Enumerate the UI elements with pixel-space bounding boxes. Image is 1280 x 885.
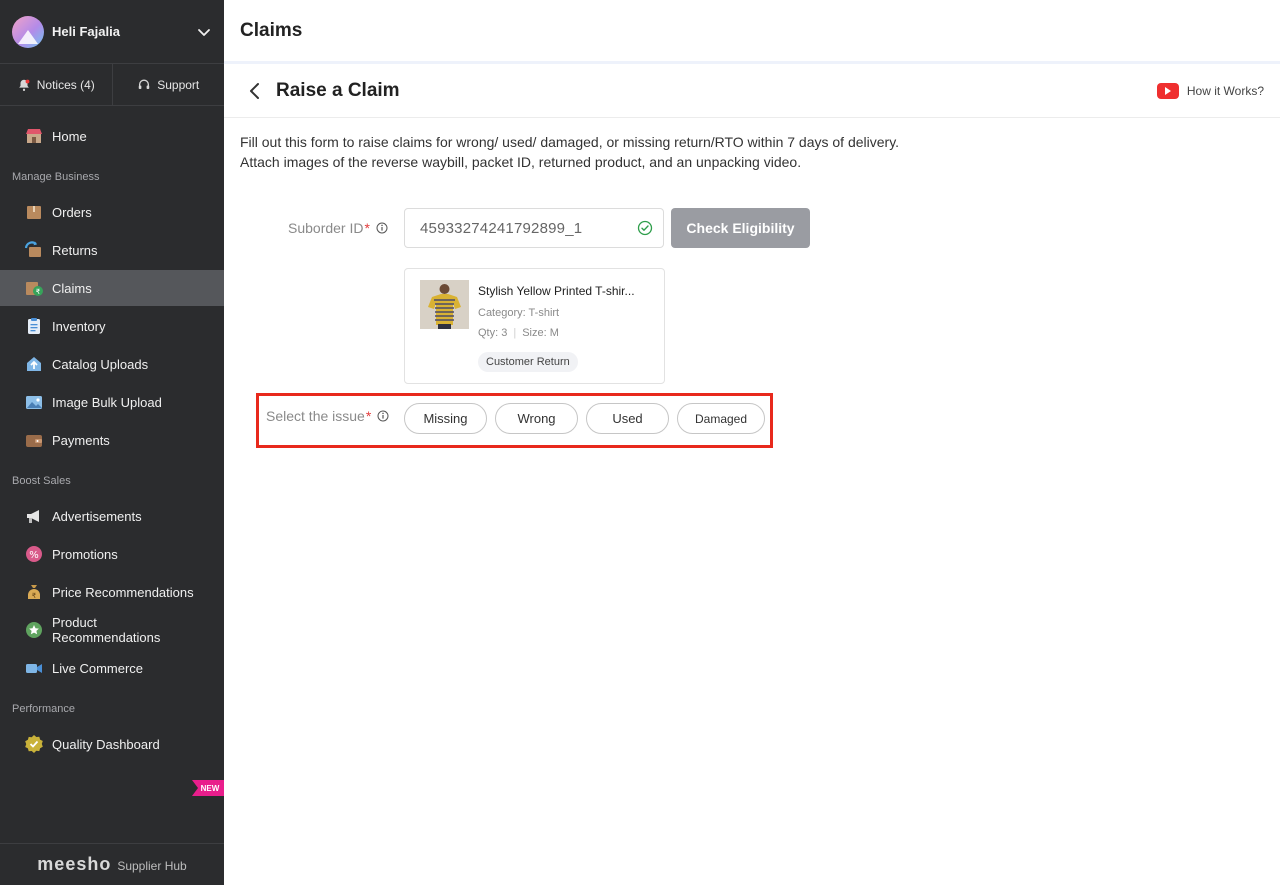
- sidebar-item-inventory[interactable]: Inventory: [0, 308, 224, 344]
- required-mark: *: [364, 220, 370, 236]
- avatar: [12, 15, 44, 48]
- sidebar-item-label: Home: [52, 128, 87, 144]
- brand-logo: meesho: [37, 854, 112, 874]
- video-camera-icon: [24, 658, 44, 678]
- page-title: Claims: [240, 19, 303, 41]
- sidebar-item-product-recommendations[interactable]: Product Recommendations: [0, 612, 224, 648]
- issue-option-used[interactable]: Used: [586, 403, 669, 434]
- money-bag-icon: ₹: [24, 582, 44, 602]
- sidebar-item-claims[interactable]: ₹ Claims: [0, 270, 224, 306]
- suborder-label-text: Suborder ID: [288, 220, 364, 236]
- headset-icon: [138, 79, 150, 89]
- sidebar-item-label: Inventory: [52, 318, 106, 334]
- sidebar-item-payments[interactable]: Payments: [0, 422, 224, 458]
- section-performance: Performance: [12, 703, 75, 715]
- product-qty: Qty: 3: [478, 327, 508, 339]
- topbar: Claims: [224, 0, 1280, 64]
- sidebar-item-home[interactable]: Home: [0, 118, 224, 154]
- brand-footer: meesho Supplier Hub: [0, 843, 224, 885]
- issue-option-wrong[interactable]: Wrong: [495, 403, 578, 434]
- how-it-works-label: How it Works?: [1186, 83, 1264, 98]
- box-icon: [24, 202, 44, 222]
- form-title: Raise a Claim: [276, 79, 400, 101]
- return-box-icon: [24, 240, 44, 260]
- sidebar-item-label: Catalog Uploads: [52, 356, 149, 372]
- info-icon[interactable]: [377, 410, 389, 422]
- sidebar-item-label: Product Recommendations: [52, 615, 161, 645]
- star-badge-icon: [24, 620, 44, 640]
- sidebar-item-label: Advertisements: [52, 508, 142, 524]
- notices-label: Notices (4): [36, 77, 95, 92]
- sidebar: Heli Fajalia Notices (4) Support Home Ma…: [0, 0, 224, 885]
- percent-icon: %: [24, 544, 44, 564]
- new-badge: NEW: [192, 780, 224, 796]
- product-title: Stylish Yellow Printed T-shir...: [478, 284, 635, 298]
- svg-text:%: %: [29, 550, 39, 561]
- product-size: Size: M: [522, 327, 559, 339]
- back-arrow-icon[interactable]: [244, 80, 266, 102]
- subheader: Raise a Claim How it Works?: [224, 64, 1280, 118]
- form-description: Fill out this form to raise claims for w…: [240, 134, 900, 170]
- issue-option-missing[interactable]: Missing: [404, 403, 487, 434]
- how-it-works-link[interactable]: How it Works?: [1156, 82, 1264, 99]
- suborder-label: Suborder ID*: [288, 220, 388, 236]
- quality-badge-icon: [24, 734, 44, 754]
- section-boost-sales: Boost Sales: [12, 475, 71, 487]
- youtube-icon: [1156, 82, 1179, 99]
- sidebar-item-price-recommendations[interactable]: ₹ Price Recommendations: [0, 574, 224, 610]
- notices-button[interactable]: Notices (4): [0, 64, 112, 105]
- sidebar-item-label: Claims: [52, 280, 92, 296]
- support-button[interactable]: Support: [111, 64, 225, 105]
- sidebar-item-label: Price Recommendations: [52, 584, 194, 600]
- support-label: Support: [157, 77, 200, 92]
- product-image: [420, 280, 469, 329]
- user-name: Heli Fajalia: [52, 24, 120, 39]
- sidebar-item-orders[interactable]: Orders: [0, 194, 224, 230]
- issue-option-damaged[interactable]: Damaged: [677, 403, 765, 434]
- sidebar-item-promotions[interactable]: % Promotions: [0, 536, 224, 572]
- issue-label: Select the issue*: [266, 408, 389, 424]
- clipboard-icon: [24, 316, 44, 336]
- sidebar-item-label: Quality Dashboard: [52, 736, 160, 752]
- info-icon[interactable]: [376, 222, 388, 234]
- sidebar-item-catalog-uploads[interactable]: Catalog Uploads: [0, 346, 224, 382]
- upload-icon: [24, 354, 44, 374]
- sidebar-item-label: Orders: [52, 204, 92, 220]
- sidebar-item-label: Image Bulk Upload: [52, 394, 162, 410]
- store-icon: [24, 126, 44, 146]
- svg-text:₹: ₹: [32, 592, 37, 600]
- megaphone-icon: [24, 506, 44, 526]
- product-category: Category: T-shirt: [478, 307, 560, 319]
- product-card: Stylish Yellow Printed T-shir... Categor…: [404, 268, 665, 384]
- section-manage-business: Manage Business: [12, 171, 100, 183]
- svg-text:₹: ₹: [36, 288, 41, 296]
- image-icon: [24, 392, 44, 412]
- sidebar-item-image-bulk-upload[interactable]: Image Bulk Upload: [0, 384, 224, 420]
- sidebar-item-quality-dashboard[interactable]: Quality Dashboard: [0, 726, 224, 762]
- wallet-icon: [24, 430, 44, 450]
- main-content: Claims Raise a Claim How it Works? Fill …: [224, 0, 1280, 885]
- suborder-input[interactable]: 45933274241792899_1: [404, 208, 664, 248]
- sidebar-item-label: Payments: [52, 432, 110, 448]
- suborder-value: 45933274241792899_1: [420, 219, 583, 237]
- return-type-badge: Customer Return: [478, 352, 578, 372]
- user-menu[interactable]: Heli Fajalia: [0, 0, 224, 64]
- sidebar-item-label: Promotions: [52, 546, 118, 562]
- bell-icon: [18, 79, 30, 91]
- claim-box-icon: ₹: [24, 278, 44, 298]
- sidebar-item-advertisements[interactable]: Advertisements: [0, 498, 224, 534]
- check-circle-icon: [637, 220, 653, 236]
- required-mark: *: [365, 408, 372, 424]
- product-meta: Qty: 3 | Size: M: [478, 327, 559, 339]
- issue-label-text: Select the issue: [266, 408, 365, 424]
- sidebar-item-live-commerce[interactable]: Live Commerce: [0, 650, 224, 686]
- chevron-down-icon[interactable]: [196, 24, 212, 40]
- notices-support-row: Notices (4) Support: [0, 64, 224, 106]
- check-eligibility-button[interactable]: Check Eligibility: [671, 208, 810, 248]
- sidebar-item-label: Returns: [52, 242, 98, 258]
- brand-subtitle: Supplier Hub: [117, 859, 187, 873]
- meta-divider: |: [513, 327, 517, 339]
- sidebar-item-label: Live Commerce: [52, 660, 144, 676]
- sidebar-item-returns[interactable]: Returns: [0, 232, 224, 268]
